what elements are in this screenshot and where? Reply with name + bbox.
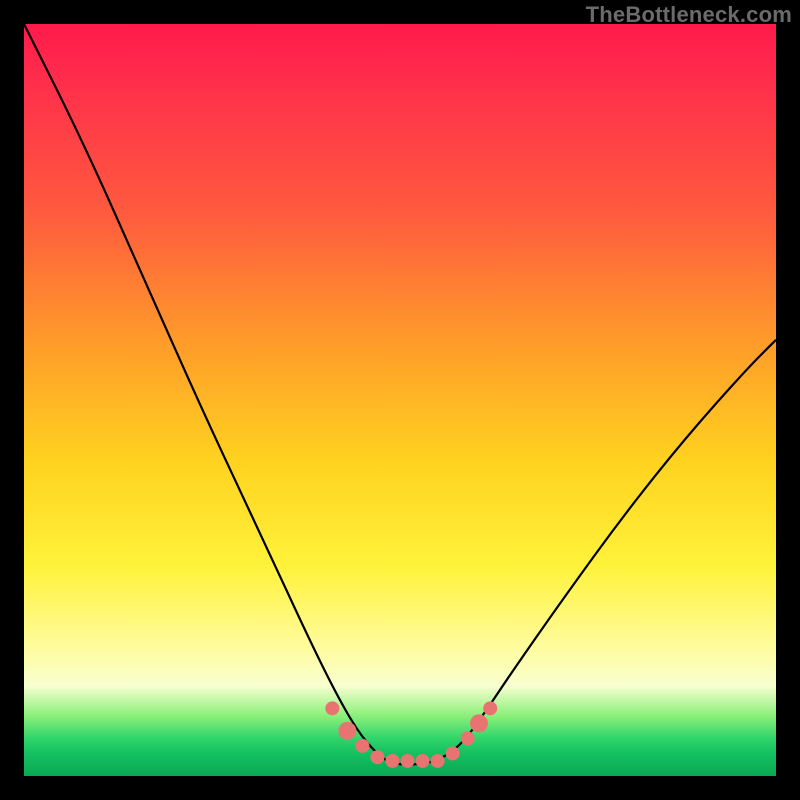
curve-marker <box>401 754 415 768</box>
curve-markers <box>325 701 497 768</box>
plot-area <box>24 24 776 776</box>
chart-svg <box>24 24 776 776</box>
curve-marker <box>416 754 430 768</box>
curve-marker <box>385 754 399 768</box>
curve-marker <box>446 746 460 760</box>
curve-marker <box>461 731 475 745</box>
curve-marker <box>470 714 488 732</box>
curve-marker <box>370 750 384 764</box>
curve-marker <box>355 739 369 753</box>
curve-marker <box>325 701 339 715</box>
curve-marker <box>483 701 497 715</box>
watermark-text: TheBottleneck.com <box>586 2 792 28</box>
curve-marker <box>431 754 445 768</box>
curve-marker <box>338 722 356 740</box>
bottleneck-curve <box>24 24 776 765</box>
